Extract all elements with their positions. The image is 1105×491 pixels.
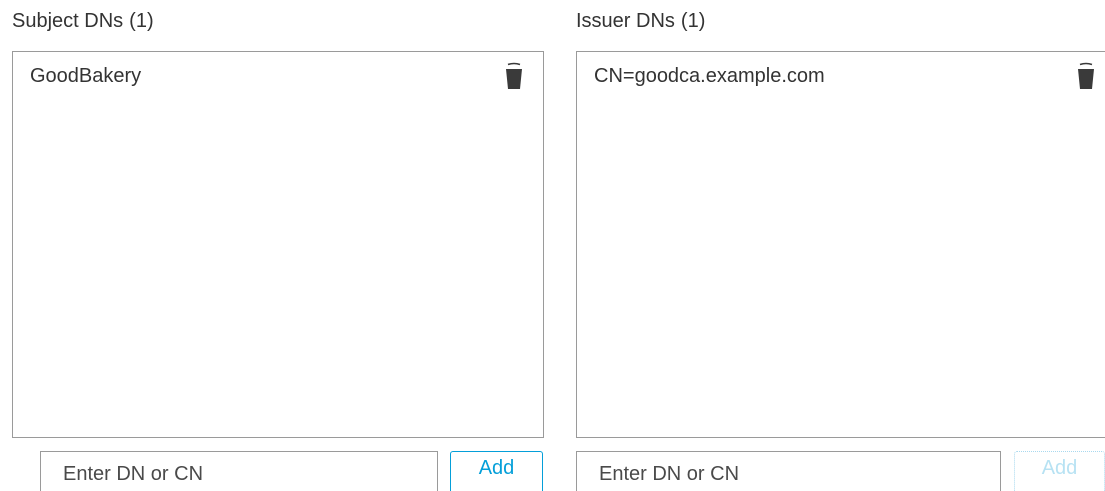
subject-dns-count: (1) bbox=[129, 10, 154, 32]
subject-dns-title: Subject DNs (1) bbox=[12, 10, 154, 33]
issuer-add-button[interactable]: Add bbox=[1014, 451, 1105, 491]
subject-dn-input[interactable] bbox=[40, 451, 438, 491]
issuer-dns-title: Issuer DNs (1) bbox=[576, 10, 705, 33]
issuer-dns-title-label: Issuer DNs bbox=[576, 10, 675, 32]
trash-icon[interactable] bbox=[505, 62, 523, 90]
issuer-dns-list[interactable]: CN=goodca.example.com bbox=[576, 51, 1105, 438]
issuer-dns-count: (1) bbox=[680, 10, 706, 32]
subject-dns-list[interactable]: GoodBakery bbox=[12, 51, 544, 438]
trash-icon[interactable] bbox=[1077, 62, 1095, 90]
subject-dn-value: GoodBakery bbox=[30, 65, 142, 87]
issuer-dn-value: CN=goodca.example.com bbox=[594, 65, 825, 87]
list-item[interactable]: CN=goodca.example.com bbox=[577, 52, 1105, 98]
issuer-dn-input[interactable] bbox=[576, 451, 1001, 491]
list-item[interactable]: GoodBakery bbox=[13, 52, 543, 98]
subject-add-button[interactable]: Add bbox=[450, 451, 543, 491]
subject-dns-title-label: Subject DNs bbox=[12, 10, 124, 32]
